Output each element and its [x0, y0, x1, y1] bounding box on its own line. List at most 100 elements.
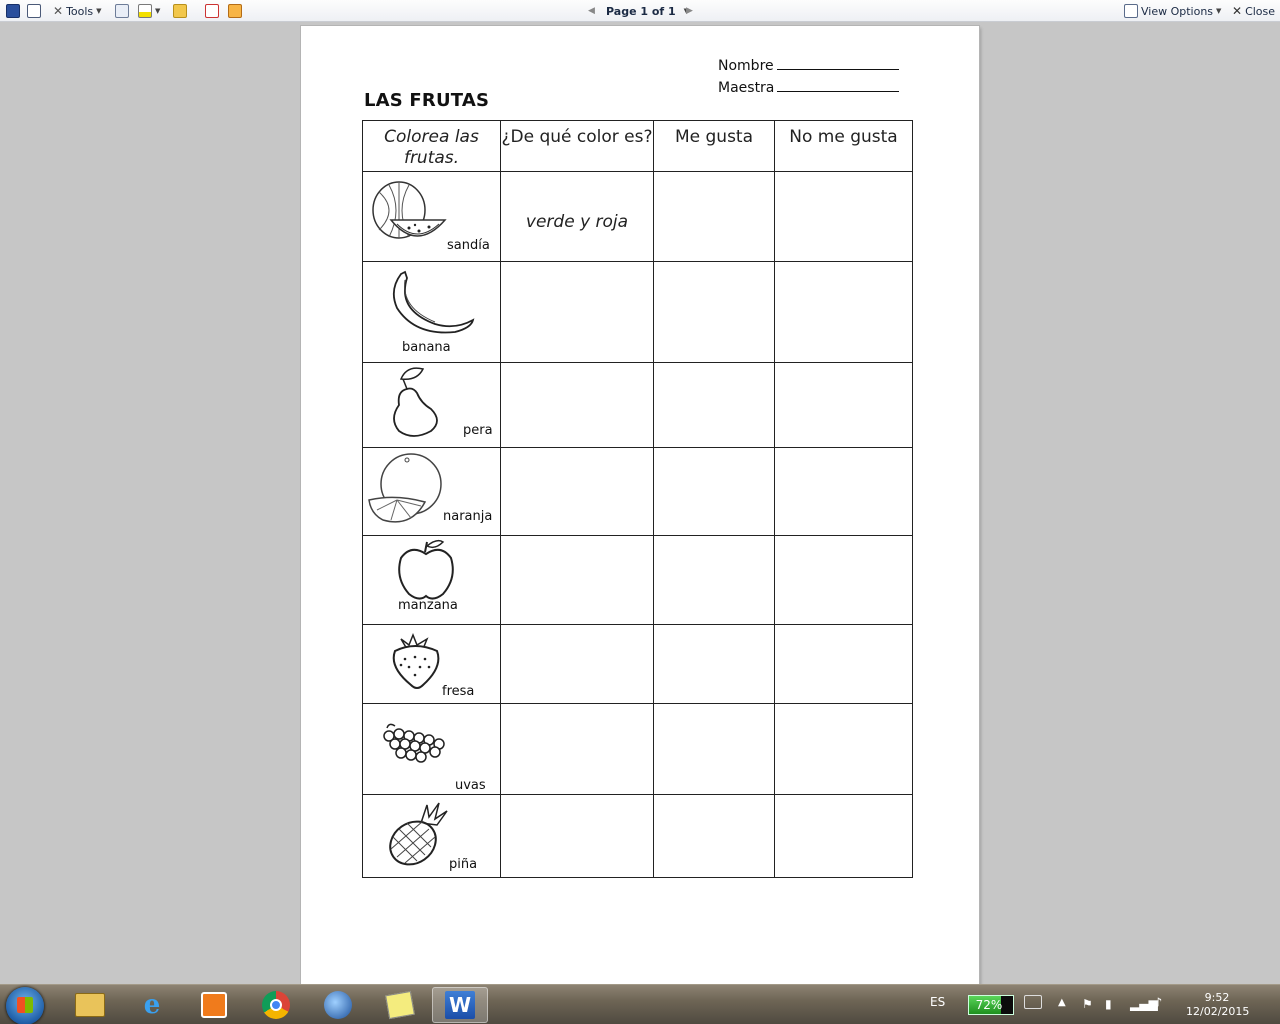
tools-icon: ✕ [53, 4, 64, 18]
next-page-button[interactable]: ▶ [686, 3, 693, 19]
taskbar-notes[interactable] [372, 987, 428, 1023]
orange-icon [368, 453, 442, 523]
save-button[interactable] [6, 3, 20, 19]
dislike-cell[interactable] [774, 794, 913, 878]
tools-menu[interactable]: ✕ Tools ▼ [53, 3, 102, 19]
pear-icon [393, 367, 438, 437]
show-hidden-icons-icon[interactable]: ▲ [1058, 997, 1066, 1008]
color-answer: verde y roja [525, 212, 629, 232]
print-preview-button[interactable] [27, 3, 41, 19]
tools-label: Tools [66, 4, 94, 18]
fruit-cell: banana [362, 261, 501, 363]
like-cell[interactable] [653, 447, 775, 536]
like-cell[interactable] [653, 362, 775, 448]
header-dislike: No me gusta [774, 120, 913, 172]
action-center-icon[interactable]: ⚑ [1082, 997, 1093, 1011]
taskbar-media-player[interactable] [186, 987, 242, 1023]
page-jump-menu[interactable]: Page 1 of 1 ▼ [606, 3, 689, 19]
dislike-cell[interactable] [774, 261, 913, 363]
dislike-cell[interactable] [774, 447, 913, 536]
color-answer-cell[interactable] [500, 535, 654, 625]
dislike-cell[interactable] [774, 362, 913, 448]
edit-button[interactable] [228, 3, 242, 19]
like-cell[interactable] [653, 624, 775, 704]
teacher-blank [777, 80, 900, 92]
taskbar-explorer[interactable] [62, 987, 118, 1023]
volume-icon[interactable]: ♪ [1154, 996, 1162, 1011]
color-answer-cell[interactable] [500, 362, 654, 448]
media-player-icon [201, 992, 227, 1018]
fruit-label: manzana [398, 598, 458, 613]
fruit-label: naranja [443, 509, 493, 524]
system-clock[interactable]: 9:52 12/02/2015 [1186, 991, 1249, 1019]
color-answer-cell[interactable] [500, 703, 654, 795]
like-cell[interactable] [653, 794, 775, 878]
color-answer [501, 704, 653, 744]
fruit-label: fresa [442, 684, 475, 699]
fruit-label: piña [449, 857, 478, 872]
color-answer [501, 363, 653, 403]
taskbar-chrome[interactable] [248, 987, 304, 1023]
previous-page-button[interactable]: ◀ [588, 3, 595, 19]
dislike-cell[interactable] [774, 535, 913, 625]
start-button[interactable] [6, 987, 44, 1024]
display-switch-icon[interactable] [1024, 995, 1042, 1009]
highlight-menu[interactable]: ▼ [138, 3, 160, 19]
folder-button[interactable] [173, 3, 187, 19]
close-button[interactable]: ✕ Close [1232, 3, 1275, 19]
taskbar: e W ES 72% ▲ ⚑ ▮ ▂▄▆ ♪ 9:52 12/02/2015 [0, 984, 1280, 1024]
track-changes-button[interactable] [205, 3, 219, 19]
chevron-right-icon: ▶ [686, 6, 693, 16]
folder-icon [75, 993, 105, 1017]
dislike-cell[interactable] [774, 171, 913, 262]
name-blank [776, 58, 899, 70]
word-icon: W [445, 991, 475, 1019]
like-cell[interactable] [653, 703, 775, 795]
dislike-cell[interactable] [774, 703, 913, 795]
name-line: Nombre [718, 58, 899, 74]
fruit-cell: fresa [362, 624, 501, 704]
battery-indicator[interactable]: 72% [968, 995, 1014, 1015]
taskbar-word[interactable]: W [432, 987, 488, 1023]
power-icon[interactable]: ▮ [1105, 997, 1112, 1011]
research-button[interactable] [115, 3, 129, 19]
folder-icon [173, 4, 187, 18]
document-viewport[interactable]: Nombre Maestra LAS FRUTAS Colorea las fr… [0, 22, 1280, 1024]
chevron-down-icon: ▼ [96, 7, 102, 15]
table-row: uvas [362, 703, 913, 795]
clock-time: 9:52 [1204, 991, 1230, 1004]
color-answer-cell[interactable] [500, 624, 654, 704]
fruit-cell: naranja [362, 447, 501, 536]
internet-explorer-icon: e [143, 990, 161, 1020]
color-answer-cell[interactable] [500, 794, 654, 878]
print-preview-icon [27, 4, 41, 18]
header-color-fruits: Colorea las frutas. [362, 120, 501, 172]
chevron-down-icon: ▼ [155, 7, 161, 15]
fruit-cell: piña [362, 794, 501, 878]
color-answer-cell[interactable]: verde y roja [500, 171, 654, 262]
grapes-icon [383, 723, 445, 763]
teacher-line: Maestra [718, 80, 900, 96]
language-indicator[interactable]: ES [930, 995, 945, 1009]
color-answer-cell[interactable] [500, 261, 654, 363]
view-options-menu[interactable]: View Options ▼ [1124, 3, 1221, 19]
close-icon: ✕ [1232, 4, 1243, 18]
table-row: banana [362, 261, 913, 363]
like-cell[interactable] [653, 171, 775, 262]
taskbar-internet-explorer[interactable]: e [124, 987, 180, 1023]
teacher-label: Maestra [718, 80, 775, 96]
like-cell[interactable] [653, 535, 775, 625]
strawberry-icon [392, 632, 440, 689]
banana-icon [392, 270, 475, 334]
color-answer [501, 262, 653, 302]
page-indicator: Page 1 of 1 [606, 4, 676, 18]
table-row: pera [362, 362, 913, 448]
apple-icon [398, 539, 454, 600]
like-cell[interactable] [653, 261, 775, 363]
chrome-icon [262, 991, 290, 1019]
taskbar-google-earth[interactable] [310, 987, 366, 1023]
color-answer-cell[interactable] [500, 447, 654, 536]
color-answer [501, 625, 653, 665]
fruit-label: banana [402, 340, 451, 355]
dislike-cell[interactable] [774, 624, 913, 704]
